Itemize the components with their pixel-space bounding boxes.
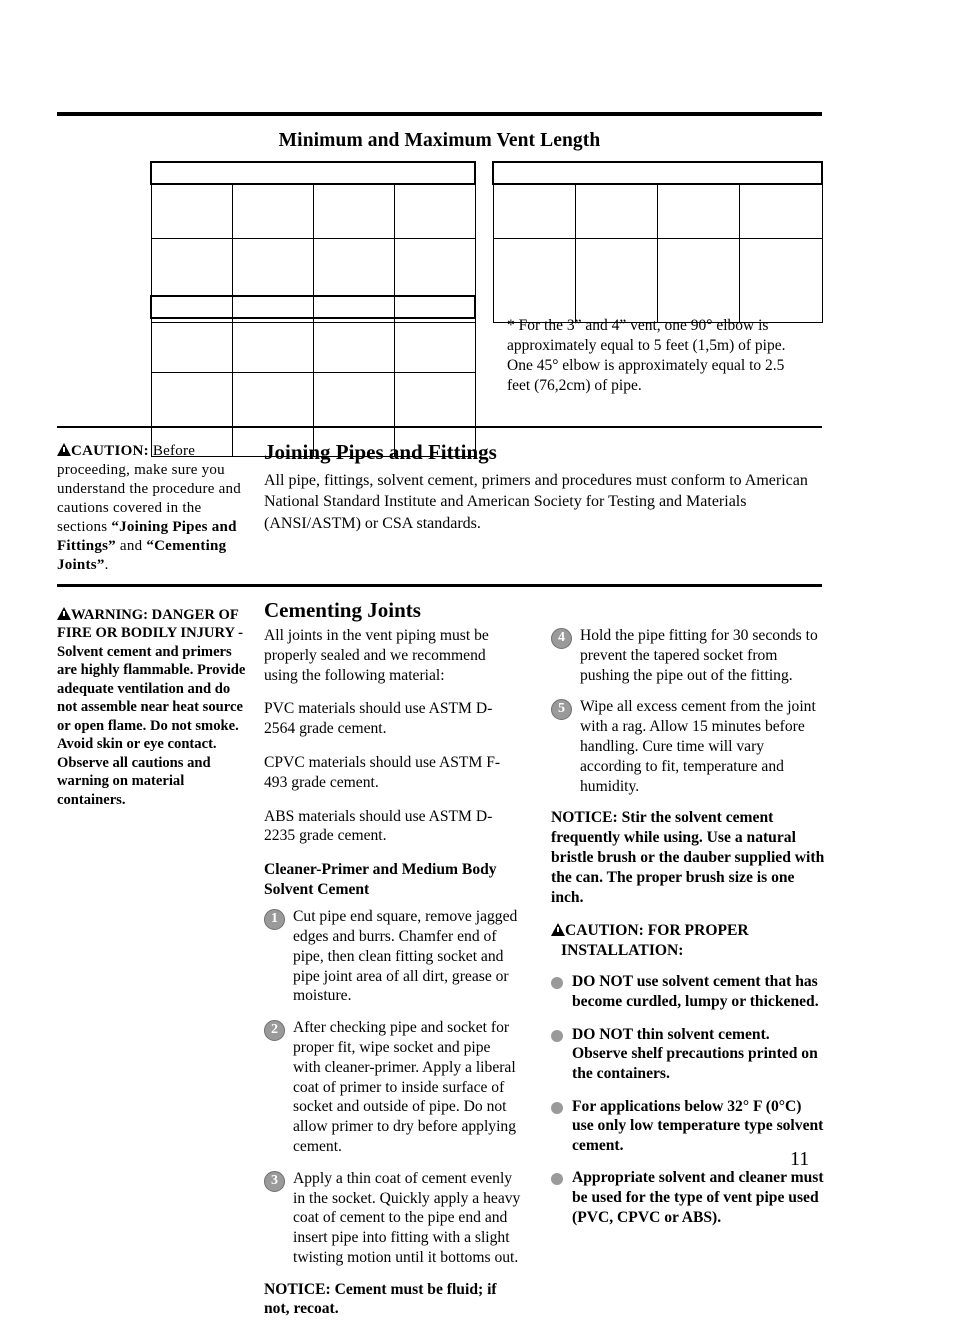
top-divider xyxy=(57,112,822,116)
table-header-cell xyxy=(312,183,395,239)
bullet-text: For applications below 32° F (0°C) use o… xyxy=(572,1097,824,1154)
caution-installation-line-1: CAUTION: FOR PROPER xyxy=(565,922,749,940)
table-title-cell xyxy=(150,161,476,185)
page-number: 11 xyxy=(790,1148,810,1170)
table-header-cell xyxy=(150,317,233,373)
step-item: 3 Apply a thin coat of cement evenly in … xyxy=(264,1169,522,1268)
table-header-cell xyxy=(393,317,476,373)
cementing-intro: All joints in the vent piping must be pr… xyxy=(264,627,489,684)
warning-triangle-icon xyxy=(551,923,565,937)
step-text: After checking pipe and socket for prope… xyxy=(293,1019,517,1155)
bullet-text: Appropriate solvent and cleaner must be … xyxy=(572,1169,824,1226)
caution-installation-heading: CAUTION: FOR PROPER INSTALLATION: xyxy=(551,921,826,960)
cleaner-primer-subhead: Cleaner-Primer and Medium Body Solvent C… xyxy=(264,861,497,898)
joining-pipes-heading: Joining Pipes and Fittings xyxy=(264,440,497,464)
bullet-dot-icon xyxy=(551,1029,563,1042)
section-divider-joining xyxy=(57,426,822,428)
table-cell xyxy=(574,237,659,323)
step-number-badge: 2 xyxy=(264,1020,285,1042)
step-item: 1 Cut pipe end square, remove jagged edg… xyxy=(264,907,522,1006)
table-cell xyxy=(656,237,741,323)
notice-right: NOTICE: Stir the solvent cement frequent… xyxy=(551,809,825,906)
caution-installation-line-2: INSTALLATION: xyxy=(561,941,684,959)
step-number-badge: 5 xyxy=(551,699,572,721)
bullet-dot-icon xyxy=(551,977,563,990)
cementing-column-right: 4 Hold the pipe fitting for 30 seconds t… xyxy=(551,626,826,1240)
warning-text: - Solvent cement and primers are highly … xyxy=(57,625,246,808)
table-header-cell xyxy=(574,183,659,239)
table-title-cell xyxy=(492,161,823,185)
bullet-item: For applications below 32° F (0°C) use o… xyxy=(551,1097,826,1156)
step-number-badge: 3 xyxy=(264,1170,285,1192)
joining-pipes-body: All pipe, fittings, solvent cement, prim… xyxy=(264,472,808,532)
material-cpvc: CPVC materials should use ASTM F-493 gra… xyxy=(264,753,501,791)
table-header-cell xyxy=(393,183,476,239)
table-header-cell xyxy=(656,183,741,239)
caution-note-joining: CAUTION: Before proceeding, make sure yo… xyxy=(57,442,253,575)
bullet-item: Appropriate solvent and cleaner must be … xyxy=(551,1168,826,1227)
table-cell xyxy=(492,237,576,323)
vent-length-table-3 xyxy=(150,295,476,457)
cementing-joints-heading: Cementing Joints xyxy=(264,598,421,622)
vent-length-title: Minimum and Maximum Vent Length xyxy=(278,130,601,151)
bullet-item: DO NOT use solvent cement that has becom… xyxy=(551,972,826,1011)
table-header-cell xyxy=(231,183,314,239)
step-number-badge: 1 xyxy=(264,909,285,931)
step-text: Apply a thin coat of cement evenly in th… xyxy=(293,1169,521,1266)
vent-length-footnote: * For the 3” and 4” vent, one 90° elbow … xyxy=(507,317,786,395)
caution-text-2: and xyxy=(115,538,147,555)
warning-note-cementing: WARNING: DANGER OF FIRE OR BODILY INJURY… xyxy=(57,606,249,809)
table-header-cell xyxy=(312,317,395,373)
step-text: Wipe all excess cement from the joint wi… xyxy=(580,698,816,795)
warning-triangle-icon xyxy=(57,443,71,456)
caution-text-3: . xyxy=(104,557,109,574)
material-pvc: PVC materials should use ASTM D-2564 gra… xyxy=(264,700,493,738)
bullet-item: DO NOT thin solvent cement. Observe shel… xyxy=(551,1025,826,1084)
warning-label: WARNING: DANGER OF FIRE OR BODILY INJURY xyxy=(57,607,239,642)
material-abs: ABS materials should use ASTM D-2235 gra… xyxy=(264,807,493,845)
section-divider-cementing xyxy=(57,584,822,587)
step-item: 5 Wipe all excess cement from the joint … xyxy=(551,697,826,796)
table-header-cell xyxy=(739,183,823,239)
warning-triangle-icon xyxy=(57,607,71,620)
cementing-column-middle: All joints in the vent piping must be pr… xyxy=(264,626,522,1333)
step-text: Hold the pipe fitting for 30 seconds to … xyxy=(580,627,818,684)
step-number-badge: 4 xyxy=(551,628,572,649)
document-page: Minimum and Maximum Vent Length * For th… xyxy=(0,0,954,1317)
caution-label: CAUTION: xyxy=(71,443,149,459)
table-title-cell xyxy=(150,295,476,319)
step-item: 2 After checking pipe and socket for pro… xyxy=(264,1018,522,1157)
table-header-cell xyxy=(231,317,314,373)
bullet-text: DO NOT thin solvent cement. Observe shel… xyxy=(572,1025,818,1082)
bullet-dot-icon xyxy=(551,1173,563,1186)
notice-left: NOTICE: Cement must be fluid; if not, re… xyxy=(264,1280,497,1318)
step-text: Cut pipe end square, remove jagged edges… xyxy=(293,908,518,1005)
step-item: 4 Hold the pipe fitting for 30 seconds t… xyxy=(551,626,826,685)
table-cell xyxy=(739,237,823,323)
bullet-text: DO NOT use solvent cement that has becom… xyxy=(572,973,819,1010)
table-header-cell xyxy=(150,183,233,239)
table-header-cell xyxy=(492,183,576,239)
bullet-dot-icon xyxy=(551,1101,563,1114)
vent-length-table-2 xyxy=(492,161,823,323)
